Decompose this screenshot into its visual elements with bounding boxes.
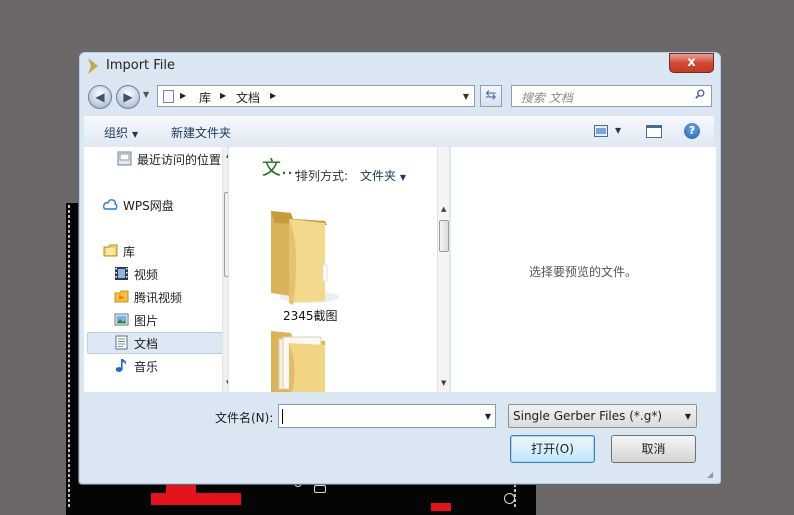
import-file-dialog: Import File x ◀ ▶ ▼ ▶ 库 ▶ 文档 ▶ ▼ ⇆ 搜索 文档… bbox=[78, 51, 722, 485]
navigation-pane: 最近访问的位置 WPS网盘 库 视频 腾讯视频 图片 文档 音乐 bbox=[84, 147, 228, 392]
music-icon bbox=[115, 359, 127, 372]
chevron-down-icon: ▼ bbox=[684, 412, 691, 421]
pcb-trace bbox=[166, 485, 196, 505]
preview-empty-message: 选择要预览的文件。 bbox=[529, 265, 638, 279]
nav-item-label: 音乐 bbox=[134, 360, 159, 374]
document-location-icon bbox=[163, 90, 174, 103]
cloud-icon bbox=[103, 199, 118, 210]
chevron-right-icon[interactable]: ▶ bbox=[180, 91, 186, 100]
navigation-scrollbar[interactable]: ▲ ▼ bbox=[222, 147, 228, 392]
search-placeholder: 搜索 文档 bbox=[521, 91, 573, 105]
filename-label: 文件名(N): bbox=[215, 411, 274, 425]
forward-arrow-icon: ▶ bbox=[123, 90, 133, 104]
nav-item-pictures[interactable]: 图片 bbox=[87, 309, 225, 331]
text-caret bbox=[282, 409, 283, 424]
pcb-via bbox=[504, 493, 515, 504]
scroll-up-icon[interactable]: ▲ bbox=[441, 205, 446, 213]
search-input[interactable]: 搜索 文档 bbox=[511, 85, 712, 107]
pcb-trace bbox=[151, 493, 241, 505]
nav-item-label: 文档 bbox=[134, 337, 159, 351]
nav-item-videos[interactable]: 视频 bbox=[87, 263, 225, 285]
address-dropdown-icon[interactable]: ▼ bbox=[463, 92, 469, 101]
file-type-value: Single Gerber Files (*.g*) bbox=[513, 409, 663, 423]
search-icon[interactable] bbox=[695, 89, 705, 99]
file-list-pane: 文... 排列方式: 文件夹 ▼ 2345截图 ▲ ▼ bbox=[229, 147, 449, 392]
nav-item-tencent-video[interactable]: 腾讯视频 bbox=[87, 286, 225, 308]
forward-button[interactable]: ▶ bbox=[116, 85, 140, 109]
nav-item-music[interactable]: 音乐 bbox=[87, 355, 225, 377]
filename-history-dropdown-icon[interactable]: ▼ bbox=[485, 412, 491, 421]
chevron-right-icon[interactable]: ▶ bbox=[270, 91, 276, 100]
folder-name[interactable]: 2345截图 bbox=[283, 307, 338, 324]
refresh-button[interactable]: ⇆ bbox=[480, 85, 502, 107]
back-button[interactable]: ◀ bbox=[88, 85, 112, 109]
pictures-icon bbox=[114, 313, 129, 326]
resize-grip-icon[interactable]: ◢ bbox=[707, 470, 713, 479]
nav-item-library[interactable]: 库 bbox=[87, 240, 225, 262]
library-title: 文... bbox=[262, 157, 300, 179]
pcb-pad bbox=[314, 485, 326, 493]
command-toolbar: 组织 ▼ 新建文件夹 ▼ ? bbox=[84, 116, 714, 148]
scroll-up-icon[interactable]: ▲ bbox=[226, 151, 228, 159]
board-outline bbox=[68, 205, 70, 507]
breadcrumb-documents[interactable]: 文档 bbox=[236, 89, 260, 106]
preview-pane: 选择要预览的文件。 bbox=[450, 147, 716, 392]
nav-item-recent-places[interactable]: 最近访问的位置 bbox=[87, 148, 225, 170]
tencent-video-icon bbox=[114, 290, 129, 303]
nav-item-label: WPS网盘 bbox=[123, 199, 174, 213]
recent-pages-dropdown[interactable]: ▼ bbox=[143, 90, 149, 99]
nav-item-label: 最近访问的位置 bbox=[137, 153, 222, 167]
help-icon[interactable]: ? bbox=[684, 123, 700, 139]
folder-icon bbox=[271, 211, 339, 305]
back-arrow-icon: ◀ bbox=[95, 90, 105, 104]
nav-item-documents[interactable]: 文档 bbox=[87, 332, 225, 354]
breadcrumb-library[interactable]: 库 bbox=[199, 89, 211, 106]
file-type-select[interactable]: Single Gerber Files (*.g*) ▼ bbox=[508, 404, 697, 428]
scroll-down-icon[interactable]: ▼ bbox=[226, 379, 228, 387]
arrange-by-label: 排列方式: bbox=[296, 169, 349, 183]
nav-item-label: 图片 bbox=[134, 314, 159, 328]
nav-item-label: 库 bbox=[123, 245, 136, 259]
nav-item-wps-cloud[interactable]: WPS网盘 bbox=[87, 194, 225, 216]
filename-input[interactable]: ▼ bbox=[278, 404, 496, 428]
title-bar[interactable]: Import File x bbox=[79, 52, 721, 80]
folder-item[interactable] bbox=[269, 327, 359, 392]
pcb-trace bbox=[431, 503, 451, 511]
recent-places-icon bbox=[117, 151, 132, 166]
new-folder-button[interactable]: 新建文件夹 bbox=[171, 124, 231, 141]
documents-icon bbox=[115, 335, 128, 350]
folder-icon bbox=[271, 331, 325, 392]
preview-pane-icon[interactable] bbox=[646, 125, 662, 138]
arrange-by-dropdown[interactable]: 文件夹 ▼ bbox=[360, 167, 406, 184]
file-list-scrollbar[interactable]: ▲ ▼ bbox=[437, 147, 449, 392]
open-button[interactable]: 打开(O) bbox=[510, 435, 595, 463]
view-options-icon[interactable] bbox=[594, 125, 608, 137]
scrollbar-thumb[interactable] bbox=[224, 192, 228, 277]
nav-item-label: 腾讯视频 bbox=[134, 291, 183, 305]
scrollbar-thumb[interactable] bbox=[439, 220, 449, 252]
address-bar[interactable]: ▶ 库 ▶ 文档 ▶ ▼ bbox=[157, 85, 475, 107]
organize-menu[interactable]: 组织 ▼ bbox=[104, 124, 138, 141]
cancel-button[interactable]: 取消 bbox=[611, 435, 696, 463]
dialog-title: Import File bbox=[106, 58, 176, 73]
view-dropdown-icon[interactable]: ▼ bbox=[615, 126, 621, 135]
video-icon bbox=[115, 267, 128, 280]
library-icon bbox=[103, 244, 118, 257]
nav-item-label: 视频 bbox=[134, 268, 159, 282]
close-button[interactable]: x bbox=[669, 53, 714, 73]
scroll-down-icon[interactable]: ▼ bbox=[441, 379, 446, 387]
refresh-icon: ⇆ bbox=[485, 88, 497, 103]
chevron-right-icon[interactable]: ▶ bbox=[220, 91, 226, 100]
app-icon bbox=[88, 58, 98, 74]
